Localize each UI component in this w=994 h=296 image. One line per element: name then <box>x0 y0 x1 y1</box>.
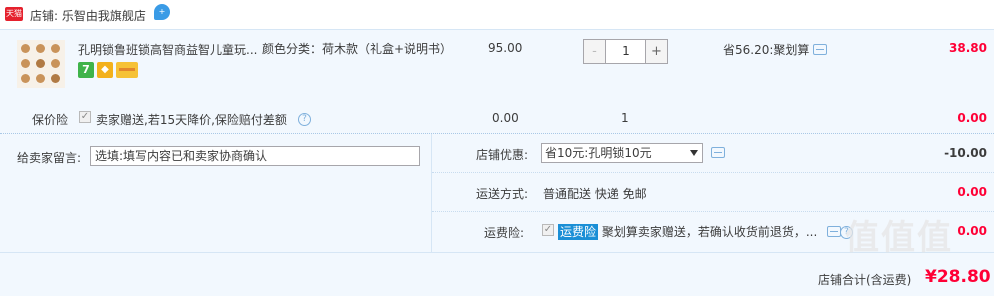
quantity-input[interactable]: 1 <box>606 40 646 63</box>
tmall-icon: 天猫 <box>5 7 23 21</box>
card-icon[interactable] <box>116 62 138 78</box>
dropdown-arrow-icon <box>690 150 698 156</box>
shipping-value: 普通配送 快递 免邮 <box>543 187 647 201</box>
comment-icon[interactable] <box>827 226 841 237</box>
insurance-checkbox[interactable]: ✓ <box>79 111 91 123</box>
quantity-decrease-button[interactable]: - <box>584 40 606 63</box>
discount-info: 省56.20:聚划算 <box>723 41 828 58</box>
insurance-price: 0.00 <box>492 111 519 125</box>
shipping-label: 运送方式: <box>476 187 529 201</box>
watermark: 值值值 <box>845 218 953 258</box>
insurance-text: 卖家赠送,若15天降价,保险赔付差额 <box>96 113 287 127</box>
message-label: 给卖家留言: <box>17 151 82 165</box>
product-title-link[interactable]: 孔明锁鲁班锁高智商益智儿童玩... <box>78 41 258 58</box>
product-spec: 颜色分类：荷木款（礼盒+说明书） <box>262 42 453 56</box>
service-icons: 7 ◆ <box>78 62 141 78</box>
contact-seller-icon[interactable]: + <box>154 4 170 20</box>
help-icon[interactable]: ? <box>298 113 311 126</box>
comment-icon[interactable] <box>813 44 828 55</box>
shop-name-link[interactable]: 店铺: 乐智由我旗舰店 <box>30 7 146 24</box>
insurance-quantity: 1 <box>621 111 629 125</box>
seven-day-return-icon[interactable]: 7 <box>78 62 94 78</box>
freight-insurance-checkbox[interactable]: ✓ <box>542 224 554 236</box>
unit-price: 95.00 <box>488 41 523 55</box>
product-row: 孔明锁鲁班锁高智商益智儿童玩... 7 ◆ 颜色分类：荷木款（礼盒+说明书） 95… <box>0 30 994 100</box>
item-subtotal: 38.80 <box>949 41 987 55</box>
shop-total-label: 店铺合计(含运费) <box>818 273 912 287</box>
freight-insurance-text: 聚划算卖家赠送，若确认收货前退货，... <box>601 225 818 239</box>
freight-insurance-label: 运费险: <box>484 226 525 240</box>
comment-icon[interactable] <box>711 147 725 158</box>
shop-discount-selected: 省10元:孔明锁10元 <box>545 146 652 160</box>
discount-text: 省56.20:聚划算 <box>723 43 810 57</box>
freight-insurance-tag: 运费险 <box>558 224 599 240</box>
seller-message-input[interactable]: 选填:填写内容已和卖家协商确认 <box>90 146 420 166</box>
shipping-row: 运送方式: 普通配送 快递 免邮 0.00 <box>432 173 994 212</box>
product-thumbnail[interactable] <box>17 40 65 88</box>
insurance-label: 保价险 <box>32 113 69 127</box>
freight-insurance-info: 运费险 聚划算卖家赠送，若确认收货前退货，... <box>558 223 817 240</box>
gift-icon[interactable]: ◆ <box>97 62 113 78</box>
insurance-row: 保价险 ✓ 卖家赠送,若15天降价,保险赔付差额 ? 0.00 1 0.00 <box>0 100 994 134</box>
shop-header: 天猫 店铺: 乐智由我旗舰店 + <box>0 0 994 30</box>
shop-discount-amount: -10.00 <box>944 146 987 160</box>
shop-discount-select[interactable]: 省10元:孔明锁10元 <box>541 143 703 163</box>
shop-total-value: ¥28.80 <box>925 267 991 287</box>
shop-discount-label: 店铺优惠: <box>476 148 529 162</box>
shop-discount-row: 店铺优惠: 省10元:孔明锁10元 -10.00 <box>432 134 994 173</box>
quantity-increase-button[interactable]: + <box>645 40 667 63</box>
message-panel: 给卖家留言: 选填:填写内容已和卖家协商确认 <box>7 134 432 252</box>
insurance-amount: 0.00 <box>957 111 987 125</box>
quantity-stepper[interactable]: - 1 + <box>583 39 668 64</box>
shipping-amount: 0.00 <box>957 185 987 199</box>
